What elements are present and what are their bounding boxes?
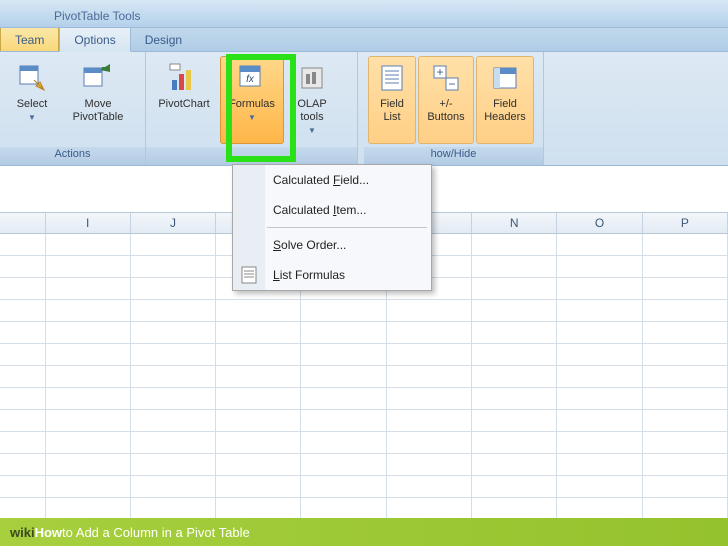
list-formulas-icon (239, 265, 259, 285)
actions-group-label: Actions (0, 147, 145, 165)
chevron-down-icon: ▼ (248, 113, 256, 122)
formulas-dropdown: Calculated Field... Calculated Item... S… (232, 164, 432, 291)
select-icon (16, 62, 48, 94)
plus-minus-button[interactable]: +− +/- Buttons (418, 56, 474, 144)
menu-calculated-item[interactable]: Calculated Item... (233, 195, 431, 225)
column-header[interactable]: O (557, 213, 642, 233)
field-list-button[interactable]: Field List (368, 56, 416, 144)
tab-team[interactable]: Team (0, 28, 59, 51)
tab-design-label: Design (145, 33, 182, 47)
tab-options[interactable]: Options (59, 28, 130, 52)
field-list-icon (376, 62, 408, 94)
column-header[interactable]: I (46, 213, 131, 233)
grid-row (0, 454, 728, 476)
plus-minus-label: +/- Buttons (421, 98, 471, 124)
showhide-group-label: how/Hide (364, 147, 543, 165)
grid-row (0, 366, 728, 388)
field-headers-button[interactable]: Field Headers (476, 56, 534, 144)
pivotchart-icon (168, 62, 200, 94)
pivotchart-button[interactable]: PivotChart (150, 56, 218, 144)
grid-row (0, 344, 728, 366)
tab-team-label: Team (15, 33, 44, 47)
ribbon-group-tools: PivotChart fx Formulas ▼ OLAP tools ▼ (146, 52, 358, 165)
select-label: Select (17, 98, 48, 111)
field-headers-label: Field Headers (479, 98, 531, 124)
footer-wiki: wiki (10, 525, 35, 540)
chevron-down-icon: ▼ (308, 126, 316, 135)
grid-row (0, 388, 728, 410)
olap-icon (296, 62, 328, 94)
plus-minus-icon: +− (430, 62, 462, 94)
olap-label: OLAP tools (289, 98, 335, 124)
tools-group-label (146, 147, 357, 165)
select-button[interactable]: Select ▼ (4, 56, 60, 144)
svg-text:+: + (436, 65, 443, 79)
ribbon-group-showhide: Field List +− +/- Buttons Field Headers … (358, 52, 544, 165)
chevron-down-icon: ▼ (28, 113, 36, 122)
formulas-label: Formulas (229, 98, 275, 111)
column-header[interactable] (0, 213, 46, 233)
menu-calculated-item-label: Calculated Item... (273, 203, 366, 217)
formulas-button[interactable]: fx Formulas ▼ (220, 56, 284, 144)
menu-calculated-field-label: Calculated Field... (273, 173, 369, 187)
grid-row (0, 498, 728, 520)
olap-tools-button[interactable]: OLAP tools ▼ (286, 56, 338, 144)
column-header[interactable]: N (472, 213, 557, 233)
grid-row (0, 322, 728, 344)
pivotchart-label: PivotChart (158, 98, 209, 111)
menu-list-formulas[interactable]: List Formulas (233, 260, 431, 290)
move-label: Move PivotTable (65, 98, 131, 124)
menu-separator (267, 227, 427, 228)
menu-calculated-field[interactable]: Calculated Field... (233, 165, 431, 195)
menu-solve-order[interactable]: Solve Order... (233, 230, 431, 260)
ribbon-group-actions: Select ▼ Move PivotTable Actions (0, 52, 146, 165)
svg-text:−: − (448, 77, 455, 91)
formulas-icon: fx (236, 62, 268, 94)
move-pivottable-icon (82, 62, 114, 94)
tab-design[interactable]: Design (131, 28, 197, 51)
grid-row (0, 300, 728, 322)
tabstrip: Team Options Design (0, 28, 728, 52)
field-headers-icon (489, 62, 521, 94)
grid-row (0, 476, 728, 498)
watermark-footer: wikiHow to Add a Column in a Pivot Table (0, 518, 728, 546)
svg-text:fx: fx (246, 74, 255, 85)
move-pivottable-button[interactable]: Move PivotTable (62, 56, 134, 144)
tab-options-label: Options (74, 33, 115, 47)
column-header[interactable]: J (131, 213, 216, 233)
grid-row (0, 432, 728, 454)
titlebar-label: PivotTable Tools (54, 9, 141, 27)
grid-row (0, 410, 728, 432)
menu-solve-order-label: Solve Order... (273, 238, 346, 252)
footer-rest: to Add a Column in a Pivot Table (62, 525, 250, 540)
menu-list-formulas-label: List Formulas (273, 268, 345, 282)
footer-how: How (35, 525, 62, 540)
field-list-label: Field List (371, 98, 413, 124)
ribbon: Select ▼ Move PivotTable Actions PivotCh… (0, 52, 728, 166)
column-header[interactable]: P (643, 213, 728, 233)
titlebar: PivotTable Tools (0, 0, 728, 28)
